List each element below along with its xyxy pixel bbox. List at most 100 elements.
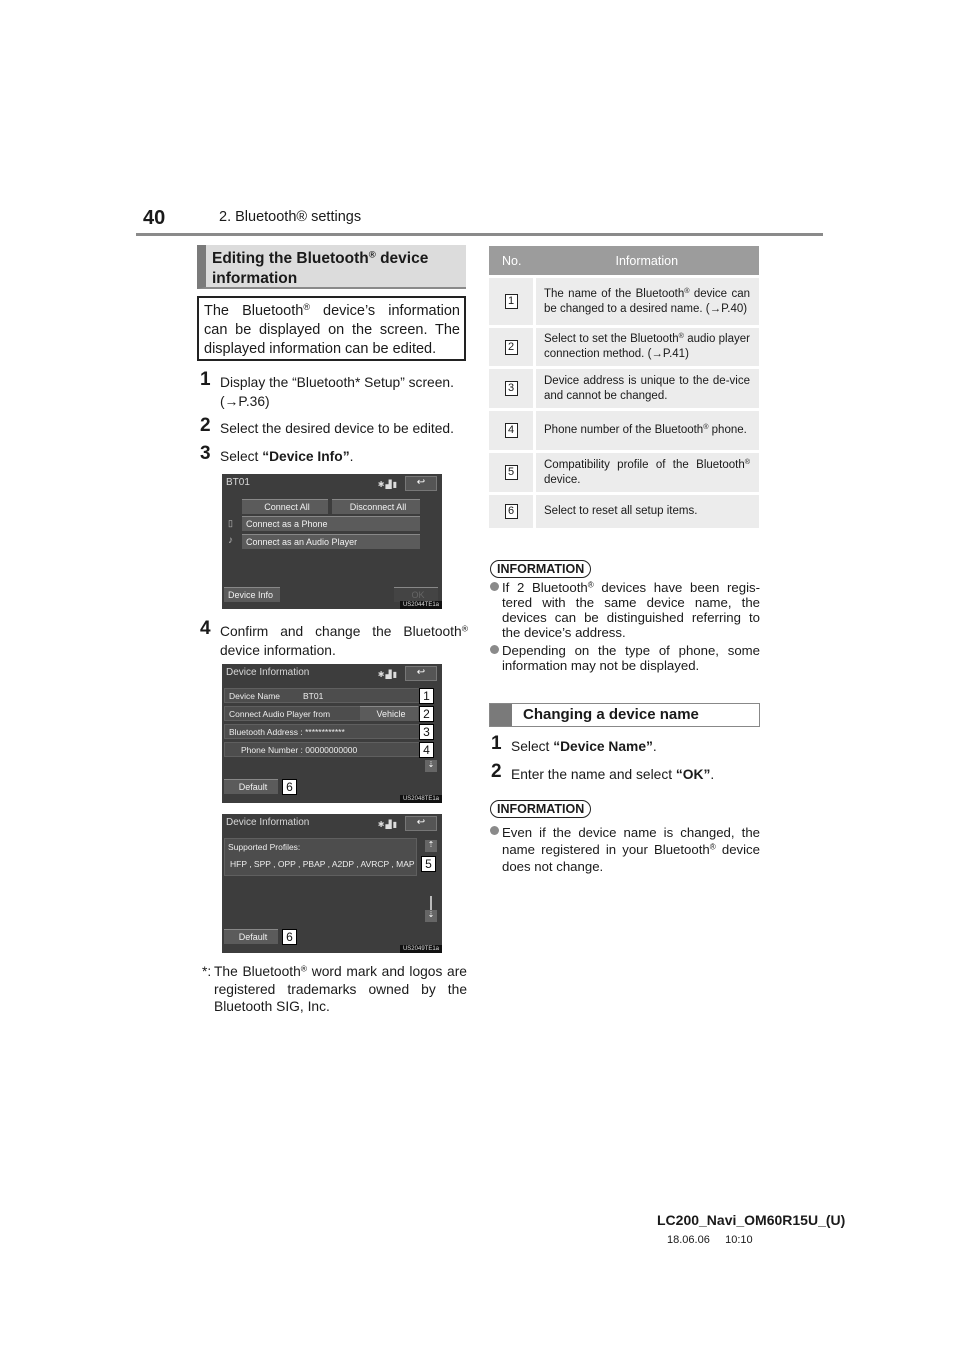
callout-3: 3 xyxy=(419,724,434,740)
profiles-list: HFP , SPP , OPP , PBAP , A2DP , AVRCP , … xyxy=(230,859,415,869)
table-row: 4 Phone number of the Bluetooth® phone. xyxy=(489,408,759,452)
callout-4: 4 xyxy=(419,742,434,758)
profiles-panel: Supported Profiles: HFP , SPP , OPP , PB… xyxy=(224,838,417,876)
row-information-cell: Select to reset all setup items. xyxy=(534,492,759,528)
callout-1: 1 xyxy=(419,688,434,704)
registered-mark: ® xyxy=(368,249,376,261)
information-bullet: Depending on the type of phone, some inf… xyxy=(490,643,760,673)
information-text: The name of the Bluetooth xyxy=(544,287,685,300)
default-button[interactable]: Default xyxy=(224,929,278,944)
status-icons: ✱▟▮ xyxy=(377,480,398,489)
default-button[interactable]: Default xyxy=(224,779,278,794)
device-info-button[interactable]: Device Info xyxy=(224,587,280,602)
screen-title: BT01 xyxy=(226,477,250,488)
information-bullet: Even if the device name is changed, the … xyxy=(490,824,760,875)
profiles-label: Supported Profiles: xyxy=(228,842,301,852)
disconnect-all-button[interactable]: Disconnect All xyxy=(332,499,420,514)
subsection-step-2: 2 Enter the name and select “OK”. xyxy=(491,762,761,784)
step-number: 1 xyxy=(200,369,211,390)
step-number: 3 xyxy=(200,443,211,464)
heading-text: Editing the Bluetooth xyxy=(212,250,369,267)
row-information-cell: Phone number of the Bluetooth® phone. xyxy=(534,408,759,452)
step-emphasis: “Device Info” xyxy=(262,449,350,464)
information-badge-1: INFORMATION xyxy=(490,560,592,578)
row-number-cell: 2 xyxy=(489,325,536,368)
step-emphasis: “OK” xyxy=(675,767,711,782)
step-3: 3 Select “Device Info”. xyxy=(200,443,470,466)
screen-title: Device Information xyxy=(226,817,310,828)
step-text: Display the “Bluetooth* Setup” screen. xyxy=(220,375,454,390)
table-header-row: No. Information xyxy=(489,246,759,277)
bullet-icon xyxy=(490,645,499,654)
device-name-value: BT01 xyxy=(303,691,324,701)
step-emphasis: “Device Name” xyxy=(553,739,653,754)
phone-icon: ▯ xyxy=(228,518,233,528)
step-text: Select xyxy=(511,739,554,754)
registered-mark: ® xyxy=(744,457,750,466)
step-1: 1 Display the “Bluetooth* Setup” screen.… xyxy=(200,369,470,411)
connect-audio-button[interactable]: Connect as an Audio Player xyxy=(242,534,420,549)
bullet-icon xyxy=(490,826,499,835)
registered-mark: ® xyxy=(461,623,468,634)
scroll-down-button[interactable]: ⇣ xyxy=(425,910,437,922)
step-text: Enter the name and select xyxy=(511,767,676,782)
page-number: 40 xyxy=(143,207,166,229)
information-label: INFORMATION xyxy=(490,560,592,578)
running-title: 2. Bluetooth® settings xyxy=(219,209,362,225)
step-2: 2 Select the desired device to be edited… xyxy=(200,415,470,438)
step-text: Select the desired device to be edited. xyxy=(220,421,454,436)
audio-player-vehicle-button[interactable]: Vehicle xyxy=(360,706,418,721)
step-text-tail: device information. xyxy=(220,643,336,658)
phone-number-text: Phone Number : 00000000000 xyxy=(241,745,358,755)
ok-button[interactable]: OK xyxy=(394,587,438,602)
trademark-footnote: *: The Bluetooth® word mark and logos ar… xyxy=(202,963,467,1016)
screen-device-info-2: Device Information ✱▟▮ ↩ Supported Profi… xyxy=(222,814,442,953)
column-header-no: No. xyxy=(489,246,535,277)
row-number-cell: 3 xyxy=(489,366,536,410)
information-list-1: If 2 Bluetooth® devices have been regis-… xyxy=(490,580,760,676)
device-name-row[interactable]: Device Name BT01 xyxy=(224,688,420,703)
bluetooth-address-row: Bluetooth Address : ************ xyxy=(224,724,420,739)
callout-2: 2 xyxy=(419,706,434,722)
callout-5: 5 xyxy=(421,856,436,872)
footnote-marker: *: xyxy=(202,964,212,979)
scroll-up-button[interactable]: ⇡ xyxy=(425,840,437,852)
device-name-label: Device Name xyxy=(229,691,281,701)
audio-player-label: Connect Audio Player from xyxy=(229,709,331,719)
status-icons: ✱▟▮ xyxy=(377,820,398,829)
connect-phone-button[interactable]: Connect as a Phone xyxy=(242,516,420,531)
information-text: Phone number of the Bluetooth xyxy=(544,424,704,436)
screen-bt-setup: BT01 ✱▟▮ ↩ Connect All Disconnect All ▯ … xyxy=(222,474,442,609)
step-number: 4 xyxy=(200,618,211,639)
heading-text-tail: device xyxy=(375,250,429,267)
phone-number-row: Phone Number : 00000000000 xyxy=(224,742,420,757)
back-button[interactable]: ↩ xyxy=(405,476,437,491)
scroll-down-button[interactable]: ⇣ xyxy=(425,760,437,772)
row-number: 4 xyxy=(504,423,518,438)
step-number: 2 xyxy=(200,415,211,436)
row-number-cell: 5 xyxy=(489,450,536,494)
header-divider xyxy=(136,233,823,236)
info-table: No. Information 1 The name of the Bluetoo… xyxy=(489,246,759,528)
registered-mark: ® xyxy=(303,302,310,313)
intro-box: The Bluetooth® device’s information can … xyxy=(197,296,466,361)
section-heading: Editing the Bluetooth® device informatio… xyxy=(197,245,466,289)
table-row: 6 Select to reset all setup items. xyxy=(489,492,759,528)
table-row: 2 Select to set the Bluetooth® audio play… xyxy=(489,325,759,368)
heading-bar xyxy=(490,704,512,726)
table-row: 3 Device address is unique to the de-vice… xyxy=(489,366,759,410)
step-text-tail: . xyxy=(652,739,657,754)
row-number-cell: 4 xyxy=(489,408,536,452)
information-text: Select to set the Bluetooth xyxy=(544,333,679,345)
image-code: US2048TE1a xyxy=(399,795,442,803)
step-text: Select xyxy=(220,449,263,464)
page-reference-link[interactable]: (→P.36) xyxy=(220,394,270,409)
subsection-title: Changing a device name xyxy=(523,706,699,723)
connect-all-button[interactable]: Connect All xyxy=(242,499,328,514)
image-code: US2044TE1a xyxy=(399,601,442,609)
back-button[interactable]: ↩ xyxy=(405,666,437,681)
column-header-information: Information xyxy=(534,246,759,277)
row-information-cell: Compatibility profile of the Bluetooth® … xyxy=(534,450,759,494)
back-button[interactable]: ↩ xyxy=(405,816,437,831)
music-note-icon: ♪ xyxy=(228,535,233,546)
